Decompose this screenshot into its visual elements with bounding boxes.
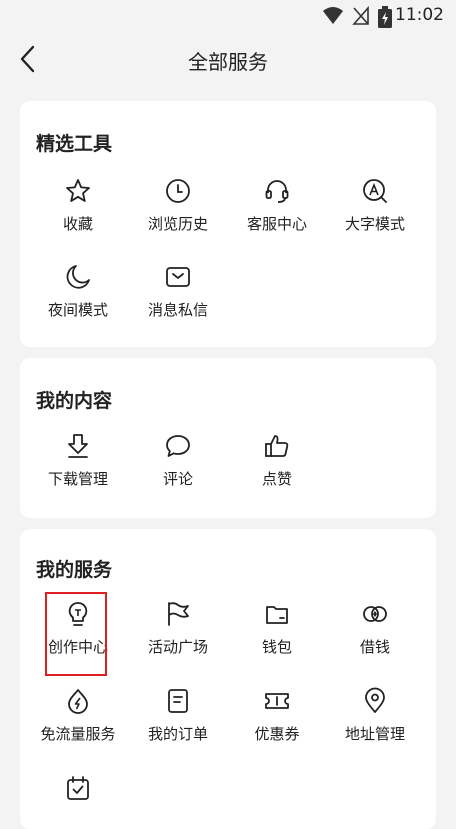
service-label: 点赞 — [261, 470, 292, 488]
service-label: 我的订单 — [147, 725, 208, 743]
my-services-card: 我的服务 创作中心 活动广场 钱包 借钱 免流量服务 我的订单 优惠券 地址管理 — [20, 529, 436, 829]
service-coupons[interactable]: 优惠券 — [225, 687, 329, 744]
service-label: 免流量服务 — [40, 725, 116, 743]
my-content-card: 我的内容 下载管理 评论 点赞 — [20, 358, 436, 518]
page-title: 全部服务 — [188, 50, 268, 74]
thumbs-up-icon — [265, 435, 289, 457]
section-title-featured-tools: 精选工具 — [36, 133, 113, 155]
service-download-management[interactable]: 下载管理 — [26, 432, 130, 489]
service-label: 收藏 — [62, 215, 93, 233]
service-label: 地址管理 — [344, 725, 405, 743]
download-icon — [68, 434, 88, 458]
message-icon — [166, 267, 190, 287]
comment-icon — [166, 435, 190, 457]
service-favorites[interactable]: 收藏 — [26, 177, 130, 234]
service-label: 下载管理 — [47, 470, 108, 488]
service-likes[interactable]: 点赞 — [225, 432, 329, 489]
top-bar: 全部服务 — [0, 32, 456, 88]
service-night-mode[interactable]: 夜间模式 — [26, 263, 130, 320]
service-activity-square[interactable]: 活动广场 — [126, 600, 230, 657]
service-label: 钱包 — [261, 638, 292, 656]
highlight-box — [45, 592, 107, 676]
service-label: 借钱 — [359, 638, 390, 656]
service-customer-center[interactable]: 客服中心 — [225, 177, 329, 234]
section-title-my-services: 我的服务 — [36, 559, 113, 581]
moon-icon — [66, 265, 90, 289]
service-label: 优惠券 — [254, 725, 300, 743]
status-time: 11:02 — [395, 5, 444, 25]
service-data-free[interactable]: 免流量服务 — [26, 687, 130, 744]
calendar-check-icon — [67, 776, 89, 800]
service-label: 评论 — [162, 470, 193, 488]
coins-icon — [363, 606, 387, 622]
service-browse-history[interactable]: 浏览历史 — [126, 177, 230, 234]
service-label: 大字模式 — [344, 215, 405, 233]
service-my-orders[interactable]: 我的订单 — [126, 687, 230, 744]
service-messages[interactable]: 消息私信 — [126, 263, 230, 320]
service-label: 活动广场 — [147, 638, 208, 656]
headset-icon — [265, 180, 289, 203]
service-label: 客服中心 — [246, 215, 307, 233]
featured-tools-card: 精选工具 收藏 浏览历史 客服中心 大字模式 夜间模式 消息私信 — [20, 101, 436, 347]
wifi-icon — [323, 7, 343, 24]
flag-icon — [168, 602, 189, 626]
section-title-my-content: 我的内容 — [36, 390, 113, 412]
service-address-management[interactable]: 地址管理 — [323, 687, 427, 744]
service-wallet[interactable]: 钱包 — [225, 600, 329, 657]
status-bar: 11:02 — [0, 0, 456, 32]
service-label: 夜间模式 — [47, 301, 108, 319]
clock-icon — [166, 179, 190, 203]
star-icon — [66, 179, 90, 202]
location-pin-icon — [365, 687, 385, 713]
order-icon — [168, 689, 188, 713]
signal-off-icon — [352, 6, 369, 25]
service-comments[interactable]: 评论 — [126, 432, 230, 489]
service-label: 消息私信 — [147, 301, 208, 319]
wallet-icon — [266, 606, 288, 624]
service-large-font-mode[interactable]: 大字模式 — [323, 177, 427, 234]
data-free-icon — [68, 689, 88, 714]
coupon-icon — [265, 693, 289, 709]
service-label: 浏览历史 — [147, 215, 208, 233]
font-size-icon — [363, 179, 387, 203]
service-borrow-money[interactable]: 借钱 — [323, 600, 427, 657]
battery-charging-icon — [378, 6, 392, 28]
service-calendar[interactable] — [26, 774, 130, 810]
